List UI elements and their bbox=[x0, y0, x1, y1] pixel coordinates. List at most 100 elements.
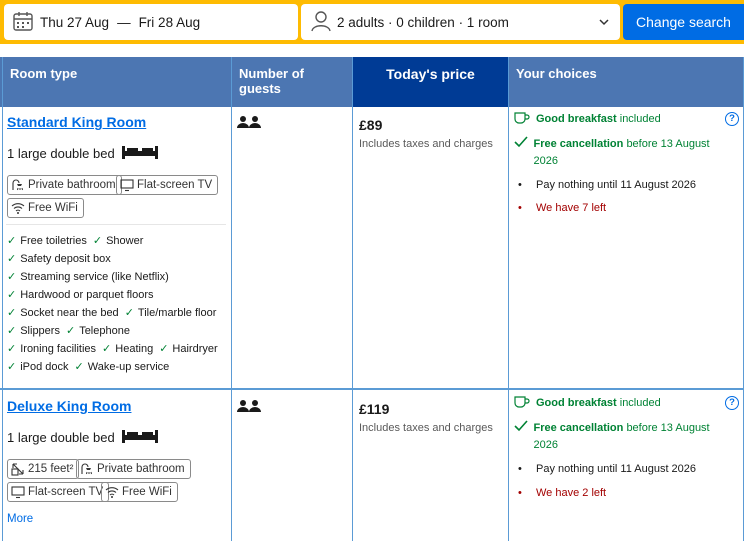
chevron-down-icon bbox=[598, 16, 610, 31]
checkin-date: Thu 27 Aug bbox=[40, 14, 110, 30]
amenity-item: ✓ Hairdryer bbox=[159, 342, 218, 356]
bed-info: 1 large double bed bbox=[7, 428, 159, 447]
check-icon: ✓ bbox=[74, 361, 84, 373]
check-icon: ✓ bbox=[7, 271, 17, 283]
amenity-item: ✓ Streaming service (like Netflix) bbox=[7, 270, 169, 284]
room-size-icon bbox=[11, 463, 24, 476]
header-room-type: Room type bbox=[10, 66, 78, 81]
taxes-note: Includes taxes and charges bbox=[359, 138, 493, 150]
facility-chip: Free WiFi bbox=[101, 482, 178, 502]
coffee-cup-icon bbox=[514, 111, 536, 131]
date-picker[interactable]: Thu 27 Aug — Fri 28 Aug bbox=[4, 4, 298, 40]
facility-label: Private bathroom bbox=[97, 463, 185, 475]
breakfast-bold: Good breakfast bbox=[536, 113, 617, 125]
wifi-icon bbox=[105, 487, 119, 498]
facility-chip: Free WiFi bbox=[7, 198, 84, 218]
check-icon: ✓ bbox=[7, 235, 17, 247]
bullet-icon: • bbox=[518, 463, 522, 475]
room-price: £119 bbox=[359, 401, 390, 417]
facility-label: Flat-screen TV bbox=[28, 486, 104, 498]
check-icon: ✓ bbox=[124, 307, 134, 319]
room-name-link[interactable]: Deluxe King Room bbox=[7, 398, 131, 414]
amenity-row: ✓ Ironing facilities ✓ Heating ✓ Hairdryer bbox=[7, 342, 224, 356]
cancellation-bold: Free cancellation bbox=[533, 422, 624, 434]
change-search-button[interactable]: Change search bbox=[623, 4, 744, 40]
amenity-item: ✓ Socket near the bed bbox=[7, 306, 119, 320]
facility-label: Free WiFi bbox=[122, 486, 172, 498]
check-icon: ✓ bbox=[7, 343, 17, 355]
search-bar: Thu 27 Aug — Fri 28 Aug 2 adults · 0 chi… bbox=[0, 0, 744, 44]
facility-label: 215 feet² bbox=[28, 463, 74, 475]
bed-info: 1 large double bed bbox=[7, 144, 159, 163]
breakfast-rest: included bbox=[619, 397, 661, 409]
cancellation-bold: Free cancellation bbox=[533, 138, 624, 150]
header-guests: Number of guests bbox=[239, 66, 304, 96]
help-question-icon[interactable]: ? bbox=[725, 112, 739, 126]
header-choices: Your choices bbox=[516, 66, 597, 81]
amenity-item: ✓ Hardwood or parquet floors bbox=[7, 288, 154, 302]
double-bed-icon bbox=[121, 428, 159, 447]
breakfast-rest: included bbox=[619, 113, 661, 125]
date-separator: — bbox=[117, 14, 131, 30]
divider bbox=[2, 57, 3, 541]
row-divider bbox=[0, 388, 744, 390]
facility-label: Flat-screen TV bbox=[137, 179, 213, 191]
amenity-row: ✓ iPod dock ✓ Wake-up service bbox=[7, 360, 175, 374]
bullet-icon: • bbox=[518, 487, 522, 499]
pay-later-info: • Pay nothing until 11 August 2026 bbox=[514, 461, 696, 478]
facility-chip: Flat-screen TV bbox=[116, 175, 219, 195]
header-price: Today's price bbox=[353, 57, 508, 107]
cancellation-info: Free cancellation before 13 August 2026 bbox=[514, 136, 714, 170]
check-icon: ✓ bbox=[7, 253, 17, 265]
taxes-note: Includes taxes and charges bbox=[359, 422, 493, 434]
room-name-link[interactable]: Standard King Room bbox=[7, 114, 146, 130]
check-icon: ✓ bbox=[7, 361, 17, 373]
guests-selector[interactable]: 2 adults · 0 children · 1 room bbox=[301, 4, 620, 40]
divider bbox=[508, 57, 509, 541]
check-icon: ✓ bbox=[92, 235, 103, 247]
cancellation-info: Free cancellation before 13 August 2026 bbox=[514, 420, 714, 454]
amenity-item: ✓ Shower bbox=[92, 234, 144, 248]
check-icon: ✓ bbox=[7, 307, 17, 319]
double-bed-icon bbox=[121, 144, 159, 163]
shower-icon bbox=[12, 179, 23, 191]
amenity-row: ✓ Streaming service (like Netflix) bbox=[7, 270, 175, 284]
rooms-left-label: We have 7 left bbox=[536, 202, 607, 214]
facility-label: Free WiFi bbox=[28, 202, 78, 214]
bed-label: 1 large double bed bbox=[7, 146, 115, 161]
amenity-item: ✓ Free toiletries bbox=[7, 234, 87, 248]
two-persons-icon bbox=[237, 399, 261, 416]
check-icon: ✓ bbox=[102, 343, 112, 355]
facility-chip: Flat-screen TV bbox=[7, 482, 110, 502]
amenity-item: ✓ Wake-up service bbox=[74, 360, 170, 374]
breakfast-bold: Good breakfast bbox=[536, 397, 617, 409]
divider bbox=[6, 224, 226, 225]
amenity-row: ✓ Socket near the bed ✓ Tile/marble floor bbox=[7, 306, 222, 320]
amenity-item: ✓ Heating bbox=[102, 342, 154, 356]
amenity-row: ✓ Hardwood or parquet floors bbox=[7, 288, 160, 302]
tv-icon bbox=[120, 179, 134, 192]
calendar-icon bbox=[12, 10, 34, 35]
amenity-row: ✓ Slippers ✓ Telephone bbox=[7, 324, 136, 338]
more-link[interactable]: More bbox=[7, 513, 33, 525]
bullet-icon: • bbox=[518, 179, 522, 191]
pay-later-info: • Pay nothing until 11 August 2026 bbox=[514, 177, 696, 194]
divider bbox=[352, 57, 353, 541]
person-icon bbox=[311, 10, 331, 35]
two-persons-icon bbox=[237, 115, 261, 132]
amenity-item: ✓ Slippers bbox=[7, 324, 60, 338]
divider bbox=[231, 57, 232, 541]
amenity-item: ✓ iPod dock bbox=[7, 360, 69, 374]
check-icon bbox=[514, 136, 534, 154]
guests-summary: 2 adults · 0 children · 1 room bbox=[337, 14, 509, 30]
amenity-row: ✓ Safety deposit box bbox=[7, 252, 117, 266]
amenity-row: ✓ Free toiletries ✓ Shower bbox=[7, 234, 149, 248]
facility-chip: 215 feet² bbox=[7, 459, 80, 479]
check-icon: ✓ bbox=[7, 325, 17, 337]
tv-icon bbox=[11, 486, 25, 499]
help-question-icon[interactable]: ? bbox=[725, 396, 739, 410]
shower-icon bbox=[81, 463, 92, 475]
bullet-icon: • bbox=[518, 202, 522, 214]
amenity-item: ✓ Telephone bbox=[65, 324, 130, 338]
check-icon: ✓ bbox=[159, 343, 169, 355]
